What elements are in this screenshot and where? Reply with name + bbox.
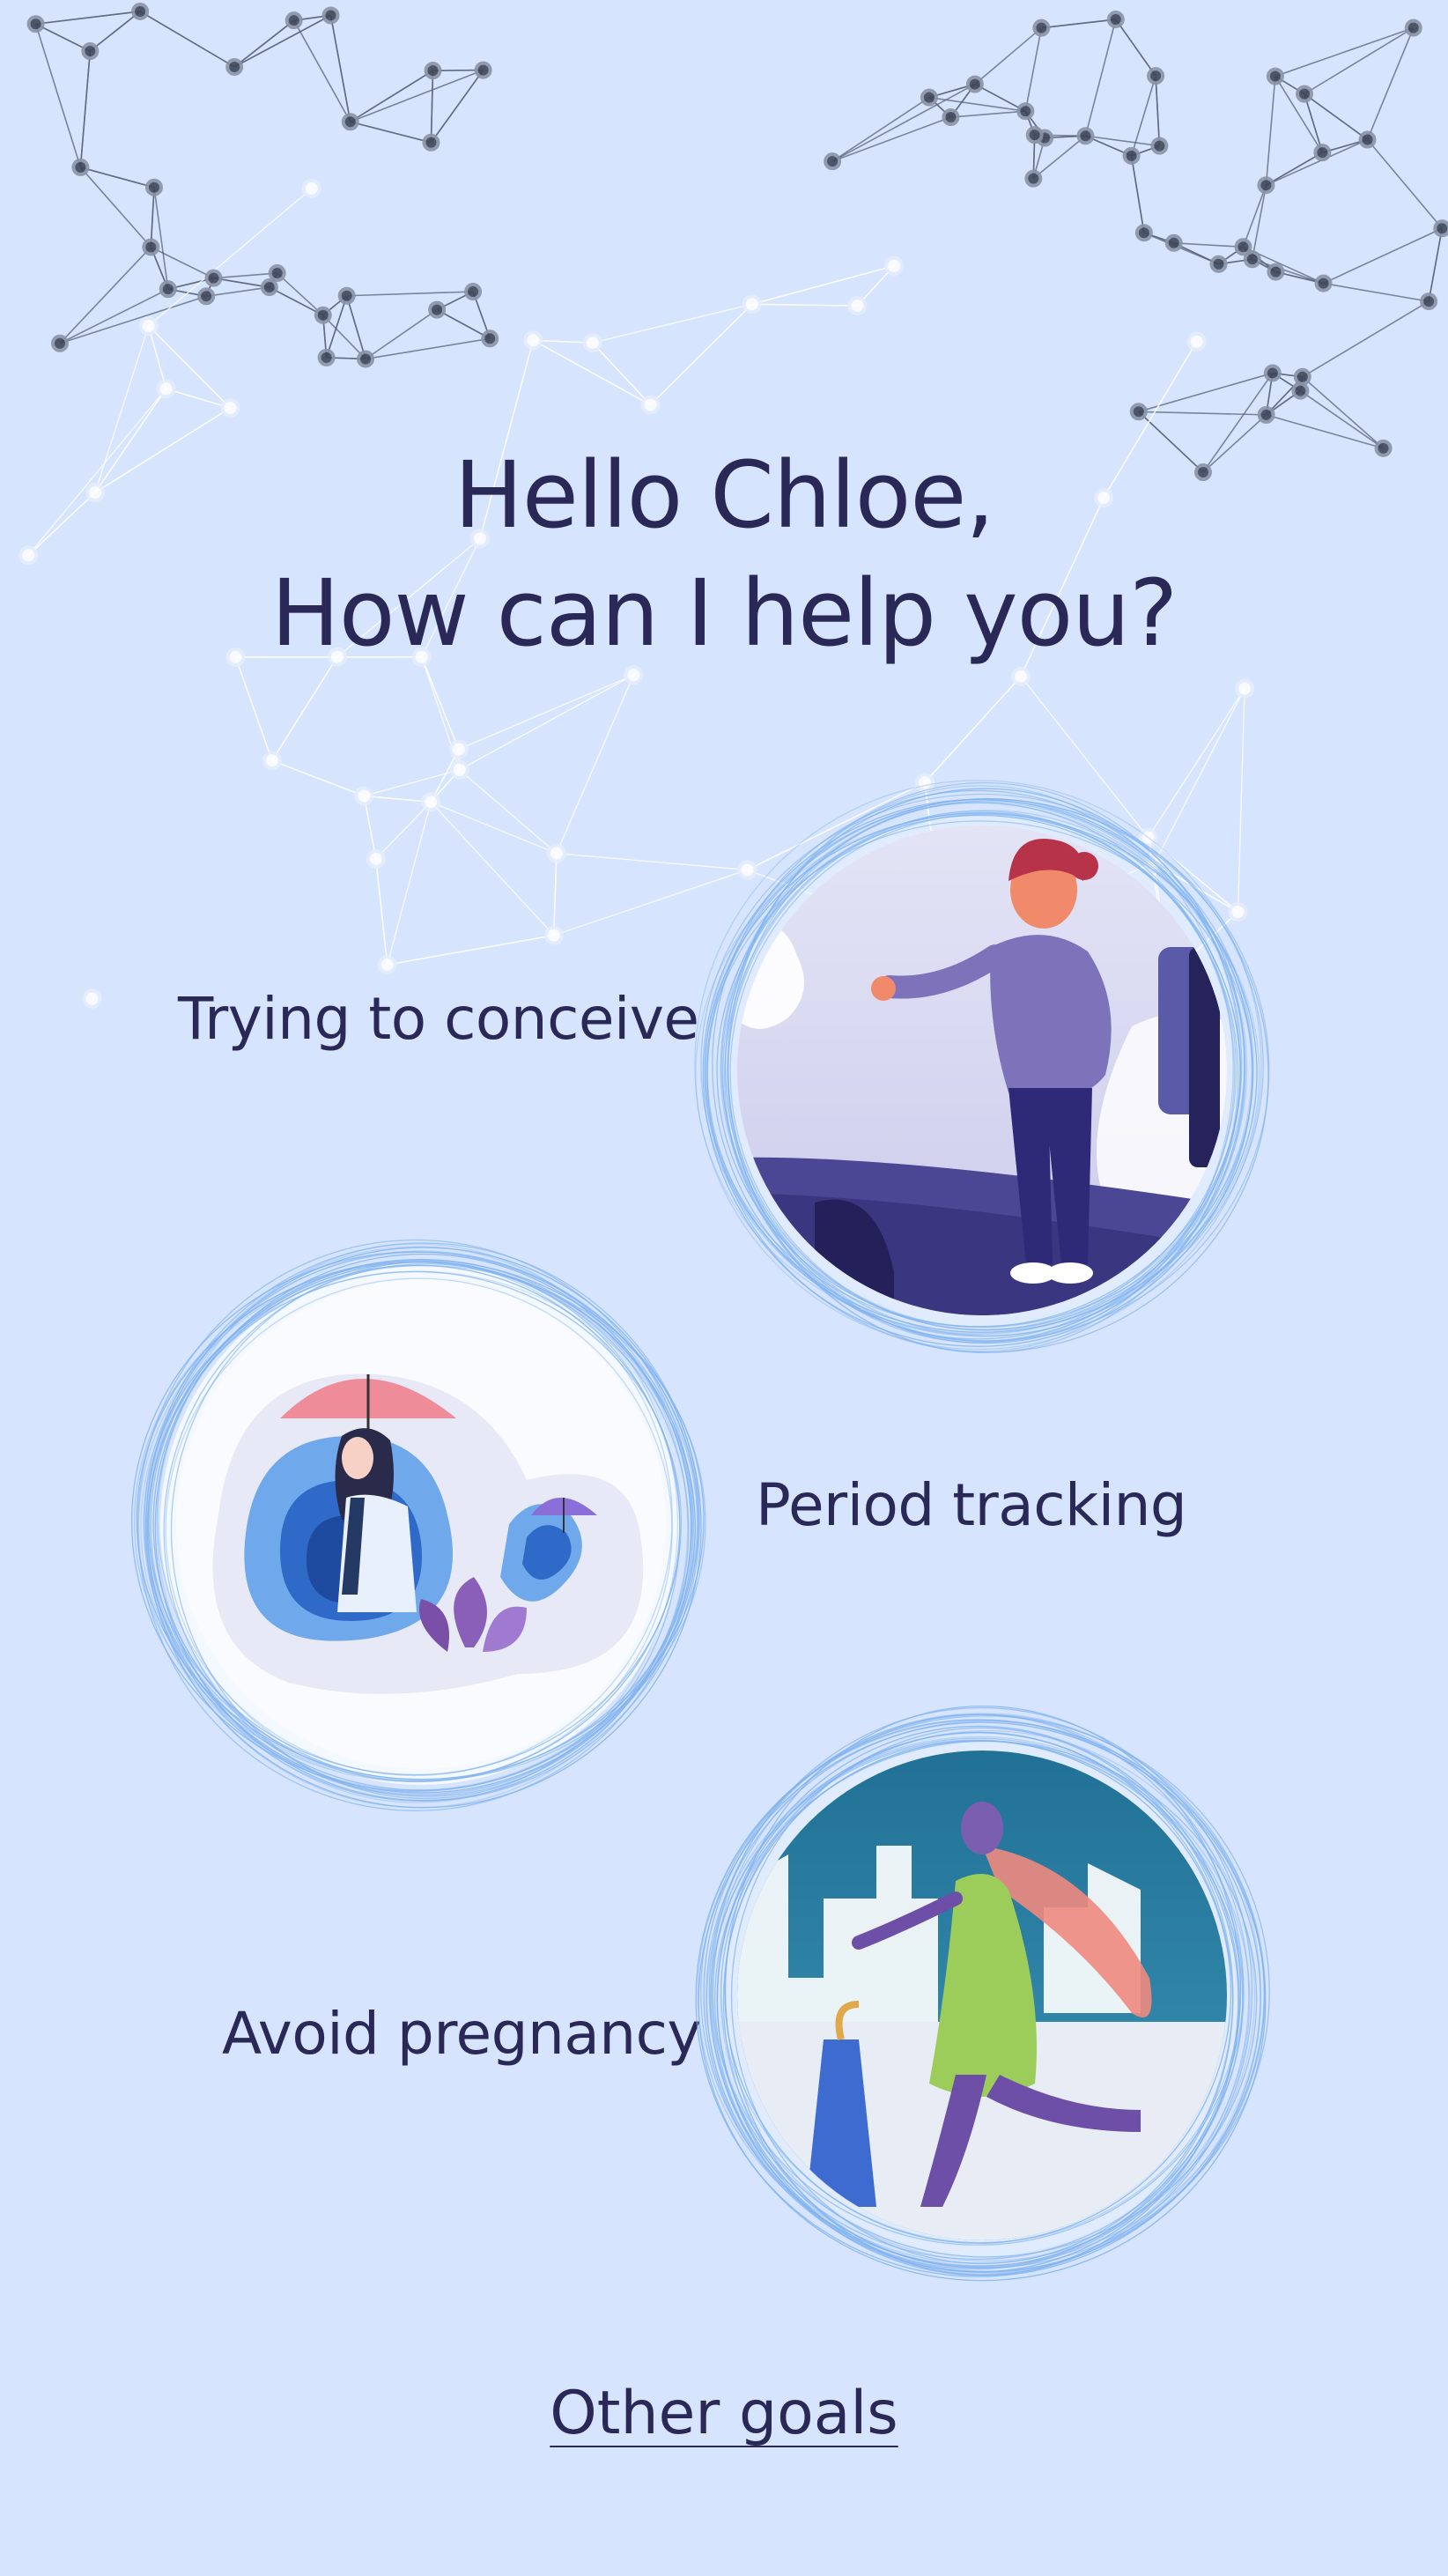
other-goals-container: Other goals [0, 2379, 1448, 2448]
woman-with-umbrella-illustration[interactable] [130, 1233, 712, 1815]
pregnant-woman-illustration[interactable] [691, 780, 1273, 1361]
woman-walking-city-illustration[interactable] [691, 1705, 1273, 2286]
greeting-line-1: Hello Chloe, [454, 441, 995, 549]
goal-label-trying-to-conceive[interactable]: Trying to conceive [178, 985, 699, 1053]
greeting-heading: Hello Chloe, How can I help you? [0, 436, 1448, 672]
goal-label-avoid-pregnancy[interactable]: Avoid pregnancy [222, 2000, 701, 2068]
goal-label-period-tracking[interactable]: Period tracking [756, 1471, 1187, 1539]
greeting-line-2: How can I help you? [270, 559, 1178, 667]
other-goals-link[interactable]: Other goals [550, 2379, 898, 2448]
